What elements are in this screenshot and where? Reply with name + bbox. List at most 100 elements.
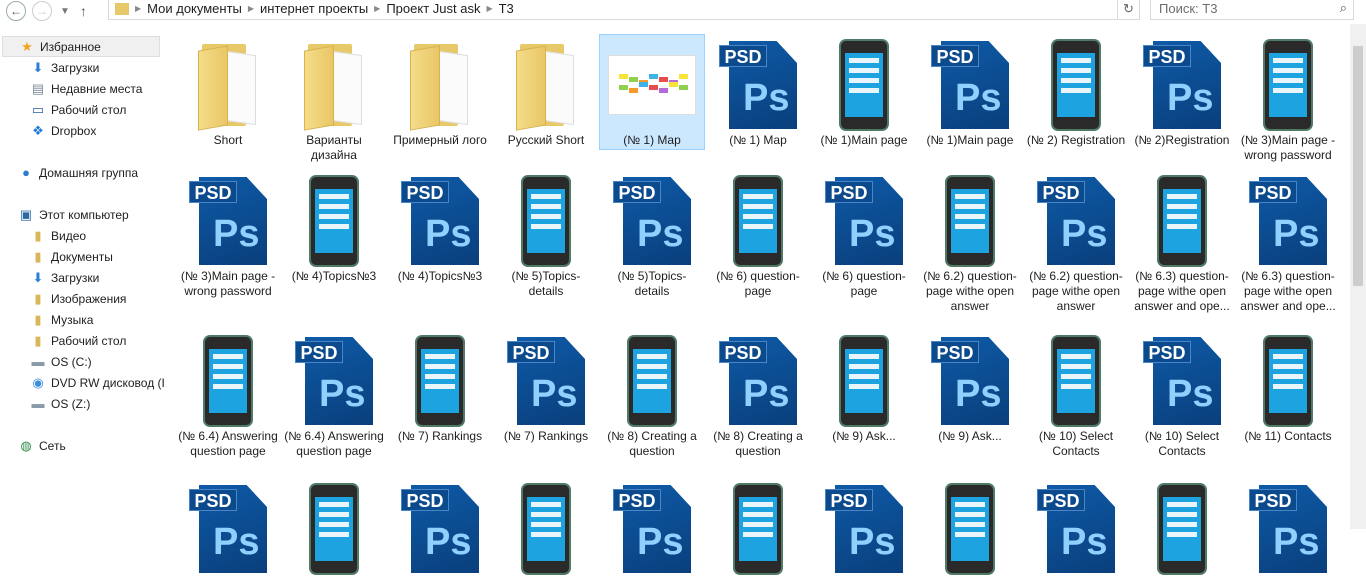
file-name: (№ 2) Registration [1026,133,1126,147]
file-item[interactable]: PSD Ps [387,478,493,578]
file-item[interactable]: PSD Ps [175,478,281,578]
sidebar-item[interactable]: ▮ Документы [30,246,188,267]
scrollbar-thumb[interactable] [1353,46,1363,286]
file-item[interactable]: Варианты дизайна [281,34,387,170]
sidebar-item[interactable]: ▬ OS (Z:) [30,393,188,414]
vertical-scrollbar[interactable] [1350,24,1366,529]
file-item[interactable]: (№ 8) Creating a question [599,330,705,478]
file-name: (№ 10) Select Contacts [1144,429,1220,458]
file-item[interactable]: (№ 6) question-page [705,170,811,330]
sidebar-item[interactable]: ❖ Dropbox [30,120,188,141]
psd-file-icon: PSD Ps [401,485,479,573]
sidebar-item[interactable]: ◉ DVD RW дисковод (I [30,372,188,393]
file-item[interactable]: (№ 5)Topics-details [493,170,599,330]
file-item[interactable]: (№ 6.2) question-page withe open answer [917,170,1023,330]
file-item[interactable] [1129,478,1235,578]
dvd-icon: ◉ [32,374,44,390]
breadcrumb-item[interactable]: Т3 [499,1,514,16]
file-item[interactable] [917,478,1023,578]
phone-mockup-thumbnail [1157,175,1207,267]
sidebar-item[interactable]: ▤ Недавние места [30,78,188,99]
search-placeholder: Поиск: Т3 [1159,1,1218,16]
file-item[interactable]: Примерный лого [387,34,493,170]
file-name: (№ 6.3) question-page withe open answer … [1240,269,1336,313]
file-item[interactable]: Short [175,34,281,170]
sidebar-item[interactable]: ▣ Этот компьютер [18,204,176,225]
file-item[interactable]: (№ 4)Topics№3 [281,170,387,330]
chevron-down-icon[interactable]: ▼ [60,6,70,17]
file-item[interactable] [281,478,387,578]
search-input[interactable]: Поиск: Т3 ⌕ [1150,0,1354,20]
file-name: (№ 1) Map [729,133,787,147]
phone-mockup-thumbnail [1051,39,1101,131]
sidebar-item[interactable]: ▮ Видео [30,225,188,246]
psd-file-icon: PSD Ps [401,177,479,265]
back-icon[interactable]: ← [6,1,26,21]
file-item[interactable]: PSD Ps (№ 9) Ask... [917,330,1023,478]
file-item[interactable]: PSD Ps (№ 4)Topics№3 [387,170,493,330]
file-item[interactable]: PSD Ps (№ 1) Map [705,34,811,170]
file-item[interactable]: (№ 1) Map [599,34,705,150]
phone-mockup-thumbnail [945,483,995,575]
sidebar-item[interactable]: ▬ OS (C:) [30,351,188,372]
file-item[interactable]: PSD Ps (№ 5)Topics-details [599,170,705,330]
sidebar-item[interactable]: ▮ Рабочий стол [30,330,188,351]
file-item[interactable]: PSD Ps [1023,478,1129,578]
sidebar-item[interactable]: ▭ Рабочий стол [30,99,188,120]
file-item[interactable]: PSD Ps (№ 2)Registration [1129,34,1235,170]
file-item[interactable]: (№ 1)Main page [811,34,917,170]
file-item[interactable]: PSD Ps (№ 3)Main page -wrong password [175,170,281,330]
sidebar-item[interactable]: ▮ Изображения [30,288,188,309]
file-item[interactable]: PSD Ps [1235,478,1341,578]
file-item[interactable]: (№ 7) Rankings [387,330,493,478]
breadcrumb-item[interactable]: Проект Just ask [386,1,480,16]
file-name: (№ 8) Creating a question [607,429,697,458]
file-item[interactable]: PSD Ps [811,478,917,578]
breadcrumb-item[interactable]: Мои документы [147,1,242,16]
sidebar-item[interactable]: ● Домашняя группа [18,162,176,183]
file-item[interactable]: (№ 11) Contacts [1235,330,1341,478]
forward-icon[interactable]: → [32,1,52,21]
phone-mockup-thumbnail [839,335,889,427]
sidebar-item[interactable]: ◍ Сеть [18,435,176,456]
address-bar[interactable]: ▶ Мои документы ▶ интернет проекты ▶ Про… [108,0,1140,20]
file-name: Примерный лого [393,133,487,147]
phone-mockup-thumbnail [945,175,995,267]
file-item[interactable]: PSD Ps (№ 7) Rankings [493,330,599,478]
file-item[interactable]: (№ 6.3) question-page withe open answer … [1129,170,1235,330]
file-name: (№ 3)Main page -wrong password [1240,133,1336,162]
psd-file-icon: PSD Ps [1249,485,1327,573]
file-item[interactable]: (№ 10) Select Contacts [1023,330,1129,478]
file-item[interactable]: PSD Ps (№ 6.3) question-page withe open an… [1235,170,1341,330]
file-name: (№ 11) Contacts [1244,429,1332,443]
file-item[interactable]: Русский Short [493,34,599,170]
up-arrow-icon[interactable]: ↑ [80,3,87,19]
breadcrumb-item[interactable]: интернет проекты [260,1,368,16]
file-item[interactable]: PSD Ps (№ 8) Creating a question [705,330,811,478]
file-item[interactable]: (№ 2) Registration [1023,34,1129,170]
file-item[interactable] [705,478,811,578]
file-item[interactable] [493,478,599,578]
network-icon: ◍ [20,437,32,453]
file-item[interactable]: PSD Ps (№ 6.4) Answering question page [281,330,387,478]
file-item[interactable]: (№ 3)Main page -wrong password [1235,34,1341,170]
sidebar-item[interactable]: ⬇ Загрузки [30,267,188,288]
folder-icon [115,2,129,15]
sidebar-item[interactable]: ★ Избранное [2,36,160,57]
refresh-icon[interactable]: ↻ [1117,0,1139,19]
sidebar-item[interactable]: ▮ Музыка [30,309,188,330]
sidebar-item-label: Сеть [39,438,66,453]
file-item[interactable]: PSD Ps (№ 6) question-page [811,170,917,330]
search-icon[interactable]: ⌕ [1340,0,1347,16]
sidebar-item-label: Рабочий стол [51,102,127,117]
file-item[interactable]: PSD Ps (№ 10) Select Contacts [1129,330,1235,478]
file-item[interactable]: PSD Ps [599,478,705,578]
psd-file-icon: PSD Ps [719,337,797,425]
documents-folder-icon: ▮ [34,248,42,264]
sidebar-item[interactable]: ⬇ Загрузки [30,57,188,78]
file-item[interactable]: (№ 6.4) Answering question page [175,330,281,478]
map-thumbnail [608,55,696,115]
file-item[interactable]: PSD Ps (№ 6.2) question-page withe open an… [1023,170,1129,330]
file-item[interactable]: (№ 9) Ask... [811,330,917,478]
file-item[interactable]: PSD Ps (№ 1)Main page [917,34,1023,170]
